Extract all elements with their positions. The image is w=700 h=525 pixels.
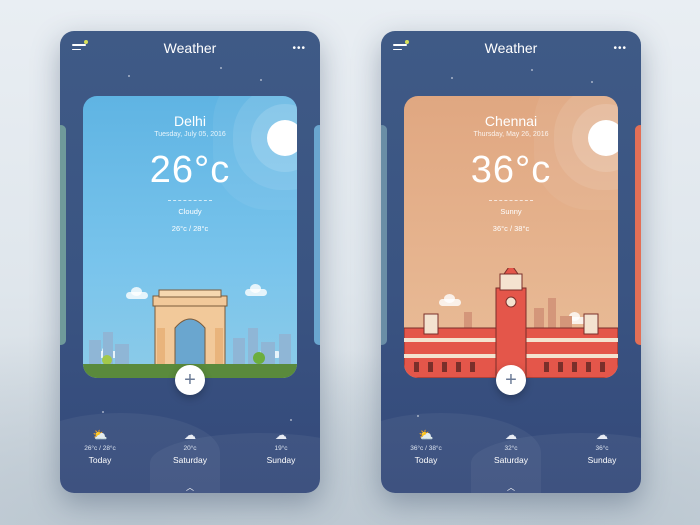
next-card-peek[interactable]	[314, 125, 320, 345]
snow-cloud-icon: ☁	[505, 428, 517, 442]
forecast-day-saturday[interactable]: ☁ 32°c Saturday	[476, 427, 546, 465]
forecast-day-name: Today	[88, 455, 112, 465]
snow-cloud-icon: ☁	[275, 428, 287, 442]
partly-cloudy-icon: ⛅	[92, 428, 108, 442]
star	[220, 67, 222, 69]
top-bar: Weather •••	[381, 31, 641, 65]
more-options-icon[interactable]: •••	[292, 44, 306, 54]
partly-cloudy-icon: ⛅	[418, 428, 434, 442]
star	[102, 411, 104, 413]
forecast-range: 26°c / 28°c	[84, 445, 116, 452]
city-building-illustration	[404, 268, 618, 378]
forecast-day-sunday[interactable]: ☁ 19°c Sunday	[246, 427, 316, 465]
star	[260, 79, 262, 81]
top-bar: Weather •••	[60, 31, 320, 65]
star	[451, 77, 453, 79]
date-label: Thursday, May 26, 2016	[473, 131, 549, 138]
star	[128, 75, 130, 77]
star	[290, 419, 292, 421]
app-title: Weather	[484, 40, 538, 56]
forecast-range: 36°c	[595, 445, 609, 452]
more-options-icon[interactable]: •••	[613, 44, 627, 54]
app-title: Weather	[163, 40, 217, 56]
current-temperature: 36°c	[470, 149, 552, 191]
star	[417, 415, 419, 417]
forecast-day-today[interactable]: ⛅ 36°c / 38°c Today	[391, 427, 461, 465]
forecast-day-name: Today	[414, 455, 438, 465]
weather-screen-chennai: Weather ••• Chennai Thursday, May 26, 20…	[381, 31, 641, 493]
date-label: Tuesday, July 05, 2016	[154, 131, 226, 138]
temperature-range: 26°c / 28°c	[171, 224, 209, 233]
city-skyline-illustration	[89, 289, 291, 368]
city-card-chennai[interactable]: Chennai Thursday, May 26, 2016 36°c Sunn…	[404, 96, 618, 378]
forecast-day-name: Saturday	[493, 455, 529, 465]
divider	[489, 200, 533, 201]
previous-card-peek[interactable]	[381, 125, 387, 345]
snow-cloud-icon: ☁	[184, 428, 196, 442]
forecast-range: 20°c	[183, 445, 197, 452]
star	[591, 81, 593, 83]
india-gate-icon	[152, 289, 228, 368]
city-card-delhi[interactable]: Delhi Tuesday, July 05, 2016 26°c Cloudy…	[83, 96, 297, 378]
add-city-button[interactable]: +	[496, 365, 526, 395]
city-name: Chennai	[484, 113, 538, 129]
chevron-up-icon[interactable]: ︿	[184, 484, 196, 492]
snow-cloud-icon: ☁	[596, 428, 608, 442]
forecast-range: 32°c	[504, 445, 518, 452]
forecast-range: 36°c / 38°c	[410, 445, 442, 452]
forecast-day-name: Sunday	[266, 455, 296, 465]
forecast-row: ⛅ 36°c / 38°c Today ☁ 32°c Saturday ☁ 36…	[381, 427, 641, 477]
condition-label: Cloudy	[178, 207, 202, 216]
previous-card-peek[interactable]	[60, 125, 66, 345]
chennai-central-building-icon	[404, 268, 618, 378]
condition-label: Sunny	[500, 207, 522, 216]
next-card-peek[interactable]	[635, 125, 641, 345]
forecast-day-saturday[interactable]: ☁ 20°c Saturday	[155, 427, 225, 465]
temperature-range: 36°c / 38°c	[492, 224, 530, 233]
city-name: Delhi	[174, 113, 206, 129]
forecast-day-name: Sunday	[587, 455, 617, 465]
forecast-day-name: Saturday	[172, 455, 208, 465]
forecast-day-today[interactable]: ⛅ 26°c / 28°c Today	[65, 427, 135, 465]
divider	[168, 200, 212, 201]
star	[531, 69, 533, 71]
forecast-day-sunday[interactable]: ☁ 36°c Sunday	[567, 427, 637, 465]
current-temperature: 26°c	[149, 149, 231, 191]
forecast-range: 19°c	[274, 445, 288, 452]
add-city-button[interactable]: +	[175, 365, 205, 395]
forecast-row: ⛅ 26°c / 28°c Today ☁ 20°c Saturday ☁ 19…	[60, 427, 320, 477]
chevron-up-icon[interactable]: ︿	[505, 484, 517, 492]
weather-screen-delhi: Weather ••• Delhi Tuesday, July 05, 2016…	[60, 31, 320, 493]
